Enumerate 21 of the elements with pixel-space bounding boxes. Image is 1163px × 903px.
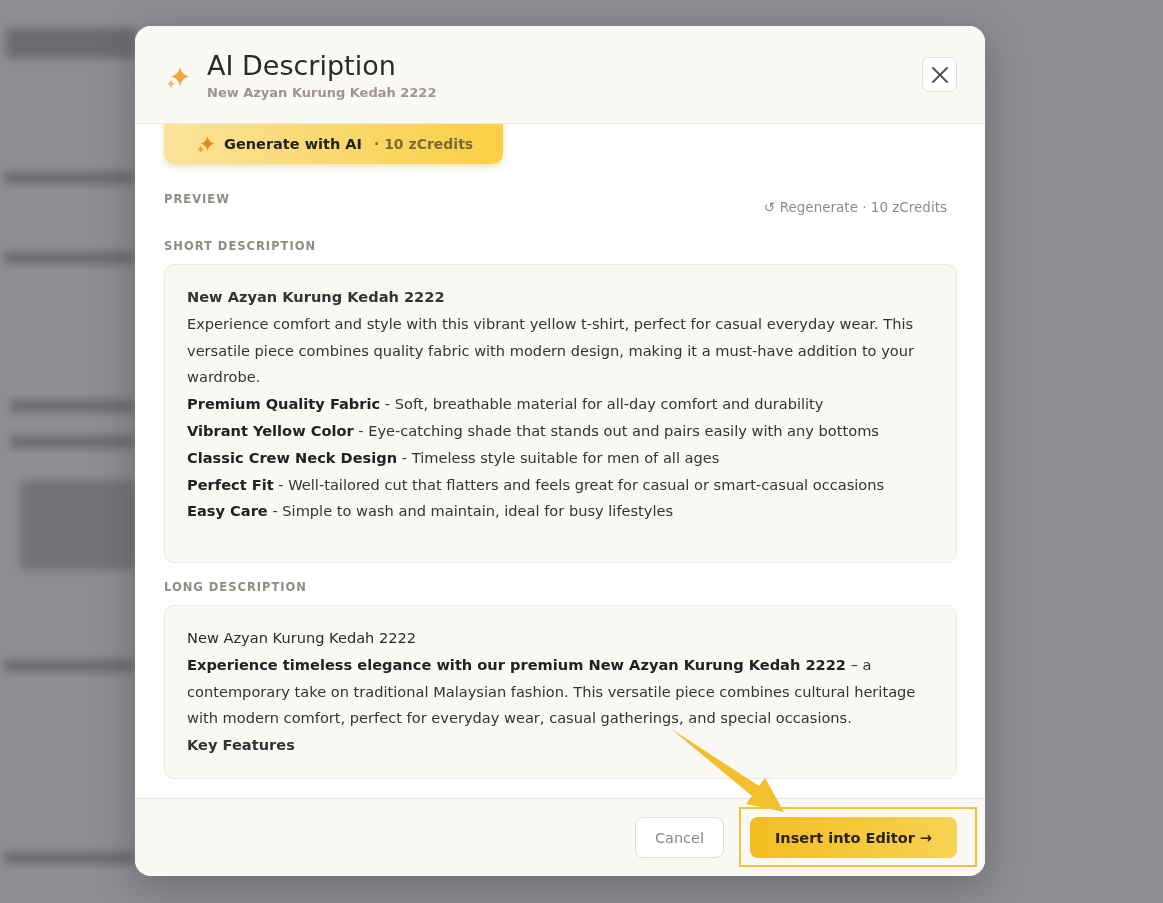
description-text: Perfect Fit - Well-tailored cut that flatters and feels great for casual or smart-casual occasions [187,474,886,495]
description-text: Easy Care - Simple to wash and maintain, ideal for busy lifestyles [187,501,675,522]
description-text: Classic Crew Neck Design - Timeless style suitable for men of all ages [187,447,721,468]
close-icon [929,64,950,85]
sparkle-icon [196,134,216,154]
section-label: PREVIEW [164,192,230,206]
dialog-title: AI Description [207,49,397,83]
cancel-button[interactable]: Cancel [634,817,724,858]
section-label: SHORT DESCRIPTION [164,239,318,253]
description-text: Premium Quality Fabric - Soft, breathable material for all-day comfort and durability [187,394,825,415]
description-text: Key Features [187,735,296,756]
generate-button[interactable]: Generate with AI · 10 zCredits [164,124,504,164]
description-text: Vibrant Yellow Color - Eye-catching shade that stands out and pairs easily with any bottoms [187,421,880,441]
description-text: Experience timeless elegance with our premium New Azyan Kurung Kedah 2222 – a contemporary take on traditional Malaysian fashion. This versatile piece combines cultural heritage with modern comfort, perfect for everyday wear, casual gatherings, and special occasions. [187,654,917,729]
close-button[interactable] [922,57,957,92]
description-text: New Azyan Kurung Kedah 2222 [187,628,418,648]
dialog-subtitle: New Azyan Kurung Kedah 2222 [207,85,438,100]
section-label: LONG DESCRIPTION [164,580,308,594]
insert-button[interactable]: Insert into Editor → [750,817,957,858]
description-text: Experience comfort and style with this vibrant yellow t-shirt, perfect for casual everyday wear. This versatile piece combines quality fabric with modern design, making it a must-have addition to your wardrobe. [187,313,915,388]
description-text: New Azyan Kurung Kedah 2222 [187,287,446,307]
